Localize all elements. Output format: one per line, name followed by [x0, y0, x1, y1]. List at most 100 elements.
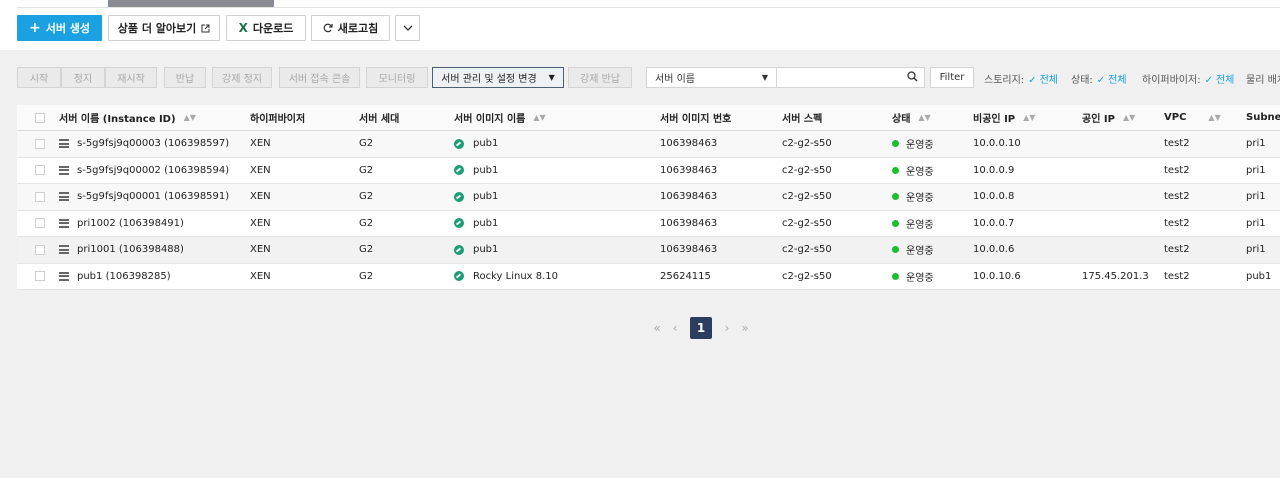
col-gen: 서버 세대 — [359, 105, 399, 130]
create-server-button[interactable]: + 서버 생성 — [17, 15, 102, 41]
download-label: 다운로드 — [252, 22, 294, 35]
table-row[interactable]: pub1 (106398285) XEN G2 Rocky Linux 8.10… — [17, 264, 1280, 290]
filter-label: 상태: — [1071, 75, 1093, 86]
top-toolbar: + 서버 생성 상품 더 알아보기 X 다운로드 새로고침 — [0, 0, 1280, 50]
row-checkbox[interactable] — [35, 218, 45, 229]
caret-down-icon: ▼ — [761, 73, 768, 82]
force-stop-button[interactable]: 강제 정지 — [212, 67, 272, 88]
refresh-button[interactable]: 새로고침 — [311, 15, 390, 41]
col-public-ip[interactable]: 공인 IP ▲▼ — [1082, 105, 1135, 130]
download-button[interactable]: X 다운로드 — [226, 15, 306, 41]
plus-icon: + — [28, 20, 41, 36]
status-cell: 운영중 — [892, 237, 934, 263]
filter-hypervisor[interactable]: 하이퍼바이저: ✓ 전체 — [1142, 71, 1234, 86]
prev-page-icon[interactable]: ‹ — [666, 317, 684, 339]
spec-cell: c2-g2-s50 — [782, 191, 832, 203]
col-label: 상태 — [892, 114, 911, 125]
server-name: s-5g9fsj9q00002 (106398594) — [77, 164, 230, 176]
private-ip-cell: 10.0.0.6 — [973, 244, 1015, 256]
row-checkbox[interactable] — [35, 271, 45, 282]
image-cell: pub1 — [454, 131, 498, 157]
hypervisor-cell: XEN — [250, 270, 271, 282]
search-icon[interactable] — [907, 71, 918, 85]
learn-more-button[interactable]: 상품 더 알아보기 — [108, 15, 220, 41]
col-image-no: 서버 이미지 번호 — [660, 105, 731, 130]
restart-button[interactable]: 재시작 — [105, 67, 157, 88]
col-vpc[interactable]: VPC ▲▼ — [1164, 105, 1221, 130]
hypervisor-cell: XEN — [250, 244, 271, 256]
return-button[interactable]: 반납 — [164, 67, 206, 88]
next-page-icon[interactable]: › — [718, 317, 736, 339]
row-checkbox[interactable] — [35, 244, 45, 255]
subnet-cell: pub1 — [1246, 270, 1272, 282]
force-return-button[interactable]: 강제 반납 — [568, 67, 632, 88]
server-icon — [59, 271, 69, 281]
last-page-icon[interactable]: » — [736, 317, 754, 339]
image-no-cell: 25624115 — [660, 270, 711, 282]
search-field-select[interactable]: 서버 이름 ▼ — [646, 67, 777, 88]
filter-button[interactable]: Filter — [930, 67, 974, 88]
check-icon: ✓ — [1096, 75, 1106, 86]
col-image[interactable]: 서버 이미지 이름 ▲▼ — [454, 105, 546, 130]
table-row[interactable]: s-5g9fsj9q00003 (106398597) XEN G2 pub1 … — [17, 131, 1280, 158]
stop-button[interactable]: 정지 — [61, 67, 105, 88]
col-private-ip[interactable]: 비공인 IP ▲▼ — [973, 105, 1035, 130]
vpc-cell: test2 — [1164, 164, 1190, 176]
col-label: 비공인 IP — [973, 114, 1016, 125]
private-ip-cell: 10.0.10.6 — [973, 270, 1021, 282]
sort-icon: ▲▼ — [1208, 113, 1221, 122]
image-name: pub1 — [473, 244, 499, 256]
filter-storage[interactable]: 스토리지: ✓ 전체 — [984, 71, 1058, 86]
filter-label: 스토리지: — [984, 75, 1025, 86]
check-icon: ✓ — [1204, 75, 1213, 86]
spec-cell: c2-g2-s50 — [782, 138, 832, 150]
private-ip-cell: 10.0.0.9 — [973, 164, 1015, 176]
image-cell: pub1 — [454, 211, 498, 237]
os-image-icon — [454, 218, 464, 229]
row-checkbox[interactable] — [35, 165, 45, 176]
server-name: pri1001 (106398488) — [77, 244, 184, 256]
first-page-icon[interactable]: « — [648, 317, 666, 339]
sort-icon: ▲▼ — [183, 113, 196, 122]
table-row[interactable]: s-5g9fsj9q00002 (106398594) XEN G2 pub1 … — [17, 158, 1280, 184]
gen-cell: G2 — [359, 164, 374, 176]
image-name: pub1 — [473, 164, 499, 176]
start-button[interactable]: 시작 — [17, 67, 61, 88]
manage-dropdown[interactable]: 서버 관리 및 설정 변경 ▼ — [432, 67, 564, 88]
more-dropdown-button[interactable] — [395, 15, 420, 41]
col-label: 서버 이미지 이름 — [454, 114, 526, 125]
chevron-down-icon — [403, 25, 413, 31]
monitoring-button[interactable]: 모니터링 — [366, 67, 428, 88]
spec-cell: c2-g2-s50 — [782, 270, 832, 282]
status-cell: 운영중 — [892, 158, 934, 184]
filter-status[interactable]: 상태: ✓ 전체 — [1071, 71, 1127, 86]
select-all-checkbox[interactable] — [35, 112, 45, 123]
image-no-cell: 106398463 — [660, 138, 718, 150]
row-checkbox[interactable] — [35, 191, 45, 202]
os-image-icon — [454, 138, 464, 149]
filter-label: 물리 배치 — [1246, 75, 1280, 86]
filter-placement[interactable]: 물리 배치 — [1246, 71, 1280, 86]
spec-cell: c2-g2-s50 — [782, 164, 832, 176]
col-name[interactable]: 서버 이름 (Instance ID) ▲▼ — [59, 105, 196, 130]
current-page-button[interactable]: 1 — [690, 317, 712, 339]
col-subnet[interactable]: Subnet — [1246, 105, 1280, 130]
image-no-cell: 106398463 — [660, 244, 718, 256]
table-row[interactable]: pri1002 (106398491) XEN G2 pub1 10639846… — [17, 211, 1280, 237]
public-ip-cell: 175.45.201.3 — [1082, 270, 1149, 282]
gen-cell: G2 — [359, 244, 374, 256]
status-cell: 운영중 — [892, 184, 934, 210]
server-name-cell: s-5g9fsj9q00002 (106398594) — [59, 158, 229, 184]
console-button[interactable]: 서버 접속 콘솔 — [279, 67, 360, 88]
table-row[interactable]: s-5g9fsj9q00001 (106398591) XEN G2 pub1 … — [17, 184, 1280, 211]
col-status[interactable]: 상태 ▲▼ — [892, 105, 931, 130]
server-name: s-5g9fsj9q00003 (106398597) — [77, 138, 230, 150]
gen-cell: G2 — [359, 270, 374, 282]
col-spec: 서버 스펙 — [782, 105, 822, 130]
subnet-cell: pri1 — [1246, 191, 1266, 203]
search-input[interactable] — [777, 67, 925, 88]
learn-more-label: 상품 더 알아보기 — [117, 22, 197, 35]
row-checkbox[interactable] — [35, 138, 45, 149]
subnet-cell: pri1 — [1246, 164, 1266, 176]
table-row[interactable]: pri1001 (106398488) XEN G2 pub1 10639846… — [17, 237, 1280, 264]
